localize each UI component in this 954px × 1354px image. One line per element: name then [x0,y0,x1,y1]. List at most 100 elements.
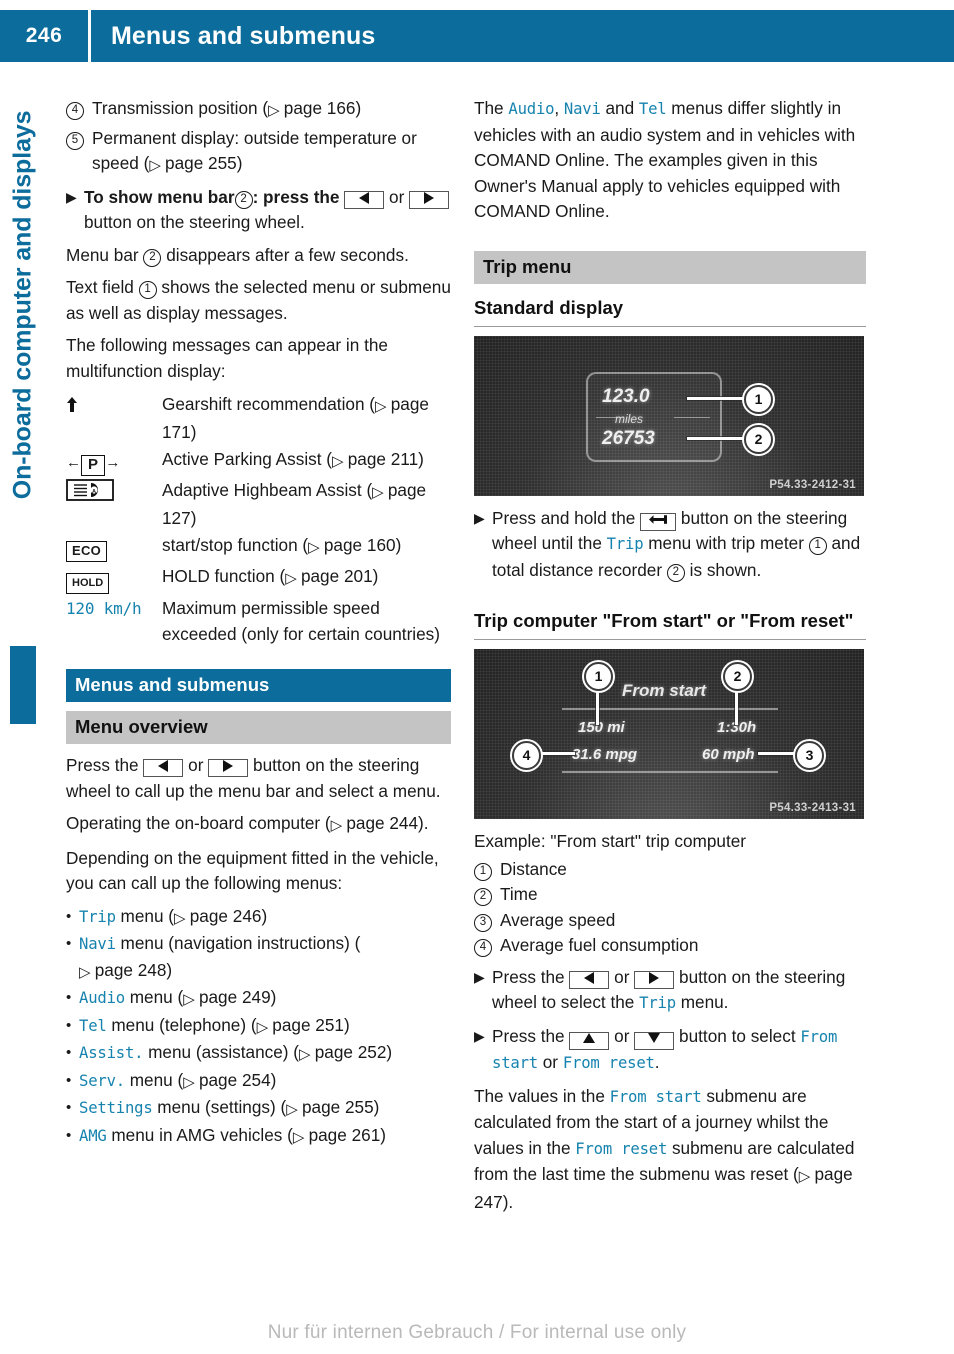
figure-callout-2: 2 [723,662,752,691]
step-select-from-start-reset: ▶ Press the or button to select From sta… [474,1024,866,1077]
speed-value-text: 120 km/h [66,599,142,618]
symbol-description: Adaptive Highbeam Assist (▷ page 127) [162,480,427,528]
page-ref-icon: ▷ [375,398,391,415]
distance-value: 150 mi [578,719,625,736]
figure-standard-display: 123.0 miles 26753 1 2 P54.33-2412-31 [474,335,864,496]
callout-item: 4 Average fuel consumption [474,933,866,959]
bullet-icon: • [66,1071,72,1089]
list-item: • Audio menu (▷ page 249) [66,985,451,1013]
leader-line-4 [537,752,575,755]
symbol-table: Gearshift recommendation (▷ page 171) ← P… [66,392,451,647]
list-item: • AMG menu in AMG vehicles (▷ page 261) [66,1123,451,1151]
list-item: • Serv. menu (▷ page 254) [66,1068,451,1096]
step-triangle-icon: ▶ [66,188,77,205]
callout-marker: 3 [474,908,500,934]
callout-marker: 2 [666,563,685,582]
callout-label: Distance [500,858,567,879]
footer-watermark: Nur für internen Gebrauch / For internal… [267,1322,687,1343]
step-text: Press the or button to select From start… [492,1025,838,1073]
section-heading-trip-menu: Trip menu [474,250,866,284]
symbol-description: Maximum permissible speed exceeded (only… [162,598,441,644]
list-item: • Settings menu (settings) (▷ page 255) [66,1095,451,1123]
step-text: Press and hold the button on the steerin… [492,507,861,582]
paragraph-operating: Operating the on-board computer (▷ page … [66,813,429,834]
bullet-icon: • [66,1044,72,1061]
callout-item: 2 Time [474,882,866,908]
button-reset-icon [640,512,677,531]
list-item: • Trip menu (▷ page 246) [66,904,451,932]
callout-marker: 2 [474,882,500,908]
figure-callout-legend: 1 Distance 2 Time 3 Average speed 4 Average … [474,857,866,959]
callout-text: Permanent display: outside temperature o… [92,127,417,175]
callout-marker: 1 [138,281,157,299]
menu-name-tel: Tel [638,100,667,118]
eco-badge-icon: ECO [66,533,162,562]
step-text: Press the or button on the steering whee… [492,966,846,1013]
submenu-name-from-reset: From reset [575,1139,668,1158]
page-ref-icon: ▷ [79,963,95,981]
bullet-icon: • [66,907,72,925]
callout-text: Transmission position (▷ page 166) [92,98,362,119]
figure-caption: P54.33-2413-31 [769,802,856,814]
button-right-icon [634,970,675,989]
page-ref-icon: ▷ [149,157,166,174]
trip-computer-title: From start [622,681,707,700]
hold-badge-icon: HOLD [66,564,162,594]
symbol-description: Active Parking Assist (▷ page 211) [162,449,424,470]
figure-example-caption: Example: "From start" trip computer [474,831,746,851]
menu-name: Assist. [79,1044,144,1062]
symbol-row: A Adaptive Highbeam Assist (▷ page 127) [66,478,451,531]
step-triangle-icon: ▶ [474,509,485,526]
subheading-standard-display: Standard display [474,296,866,327]
total-distance-value: 26753 [602,427,655,449]
button-right-icon [208,759,249,777]
step-bold-after: : press the [252,186,340,207]
symbol-description: HOLD function (▷ page 201) [162,566,379,587]
step-show-menu-bar: ▶ To show menu bar 2: press the or button… [66,185,451,236]
page-ref-icon: ▷ [183,991,199,1008]
list-item: • Assist. menu (assistance) (▷ page 252) [66,1040,451,1068]
symbol-description: start/stop function (▷ page 160) [162,535,402,556]
chapter-side-tab: On-board computer and displays [0,96,46,724]
section-heading-menu-overview: Menu overview [66,711,451,744]
callout-item: 4 Transmission position (▷ page 166) [66,96,451,124]
figure-rule-top [562,708,778,710]
callout-marker: 2 [143,248,162,267]
page-title: Menus and submenus [111,21,376,50]
leader-line-2 [687,436,749,440]
button-down-icon [634,1031,675,1050]
paragraph-menu-bar: Menu bar 2 disappears after a few second… [66,244,409,267]
page-ref-icon: ▷ [308,539,324,556]
figure-callout-1: 1 [584,662,613,691]
leader-line-1 [687,396,749,400]
speed-value: 60 mph [702,746,755,763]
page-ref-icon: ▷ [174,909,190,927]
menu-name: Settings [79,1099,153,1117]
callout-item: 5 Permanent display: outside temperature… [66,126,451,179]
figure-rule-bottom [562,771,778,773]
leader-line-3 [758,752,800,755]
callout-marker: 1 [808,537,827,555]
step-text: To show menu bar 2: press the or button o… [84,185,451,236]
consumption-value: 31.6 mpg [572,746,638,763]
step-triangle-icon: ▶ [474,968,485,985]
trip-meter-value: 123.0 [602,385,650,407]
chapter-side-tab-label: On-board computer and displays [8,110,37,500]
page-ref-icon: ▷ [286,1101,302,1118]
bullet-icon: • [66,989,72,1006]
menu-name-trip: Trip [639,994,676,1012]
button-left-icon [569,970,610,989]
menu-name: Navi [79,935,116,953]
divider-line-right [674,416,710,418]
menu-name: Tel [79,1016,107,1035]
page-ref-icon: ▷ [798,1168,815,1185]
page-ref-icon: ▷ [292,1128,309,1146]
symbol-row: 120 km/h Maximum permissible speed excee… [66,596,451,647]
menu-name: AMG [79,1126,107,1145]
figure-callout-4: 4 [512,741,541,770]
figure-callout-2: 2 [744,424,773,454]
svg-text:A: A [92,489,97,495]
callout-label: Average speed [500,909,616,930]
page-ref-icon: ▷ [183,1073,199,1091]
page-ref-icon: ▷ [285,570,301,587]
